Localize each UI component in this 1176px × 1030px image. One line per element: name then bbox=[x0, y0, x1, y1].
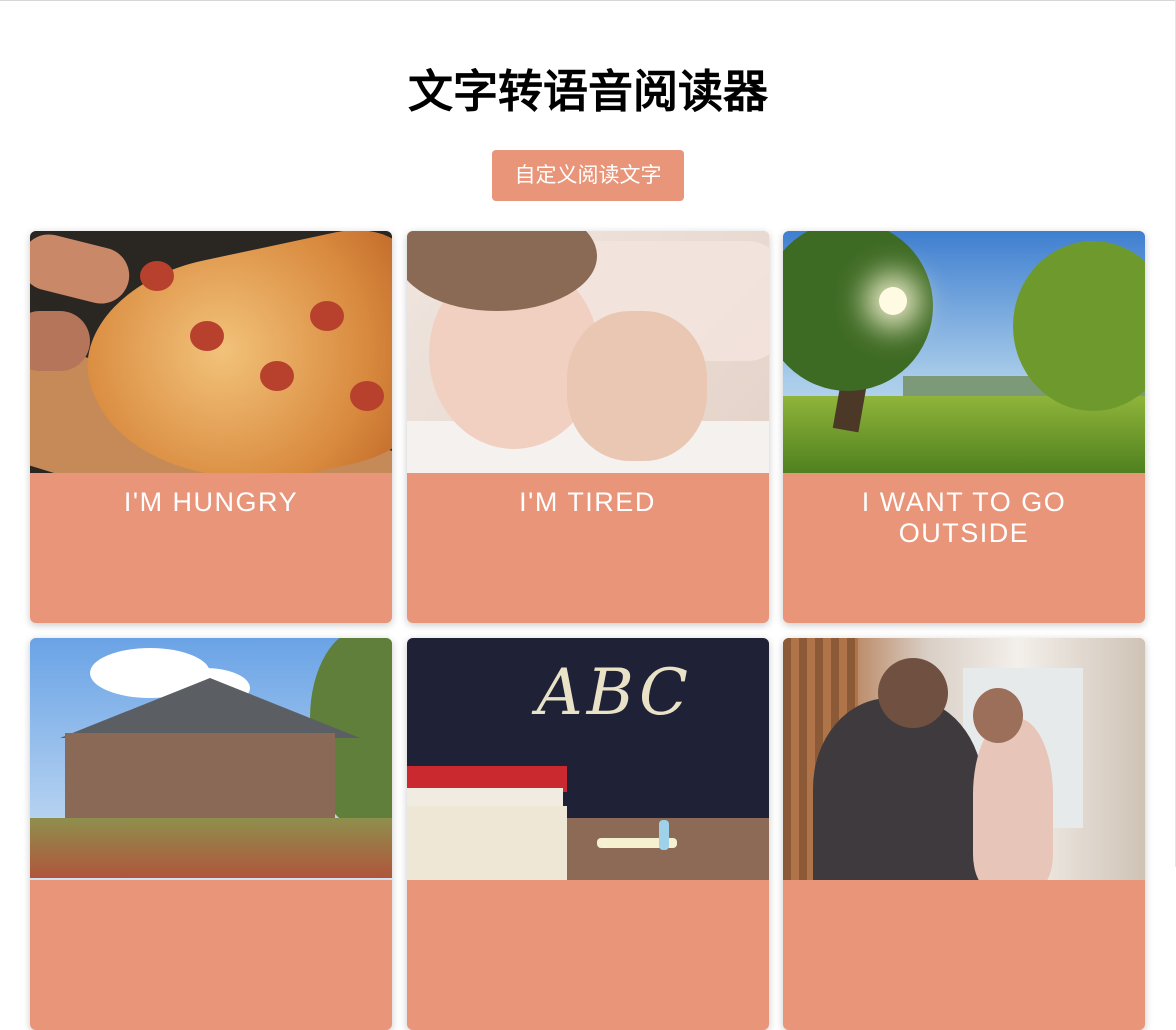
card-label: I Want To Go Outside bbox=[861, 487, 1067, 548]
card-family[interactable] bbox=[783, 638, 1145, 1030]
card-tired[interactable]: I'm Tired bbox=[406, 231, 769, 623]
card-label bbox=[783, 880, 1145, 894]
card-house[interactable] bbox=[30, 638, 392, 1030]
pizza-image bbox=[30, 231, 392, 473]
house-image bbox=[30, 638, 392, 880]
sleeping-child-image bbox=[406, 231, 769, 473]
card-grid: I'm Hungry I'm Tired I Want To Go Outsid… bbox=[30, 231, 1145, 1030]
abc-chalk-text: ABC bbox=[536, 656, 692, 730]
abc-chalkboard-image: ABC bbox=[406, 638, 769, 880]
top-border bbox=[0, 0, 1176, 1]
grandmother-child-window-image bbox=[783, 638, 1145, 880]
custom-text-button[interactable]: 自定义阅读文字 bbox=[492, 150, 684, 201]
page-title: 文字转语音阅读器 bbox=[407, 65, 768, 118]
card-label: I'm Tired bbox=[519, 487, 656, 517]
park-image bbox=[783, 231, 1145, 473]
card-label bbox=[30, 880, 392, 894]
card-label: I'm Hungry bbox=[123, 487, 299, 517]
card-outside[interactable]: I Want To Go Outside bbox=[783, 231, 1145, 623]
card-hungry[interactable]: I'm Hungry bbox=[30, 231, 392, 623]
card-label bbox=[407, 880, 769, 894]
card-school[interactable]: ABC bbox=[406, 638, 769, 1030]
